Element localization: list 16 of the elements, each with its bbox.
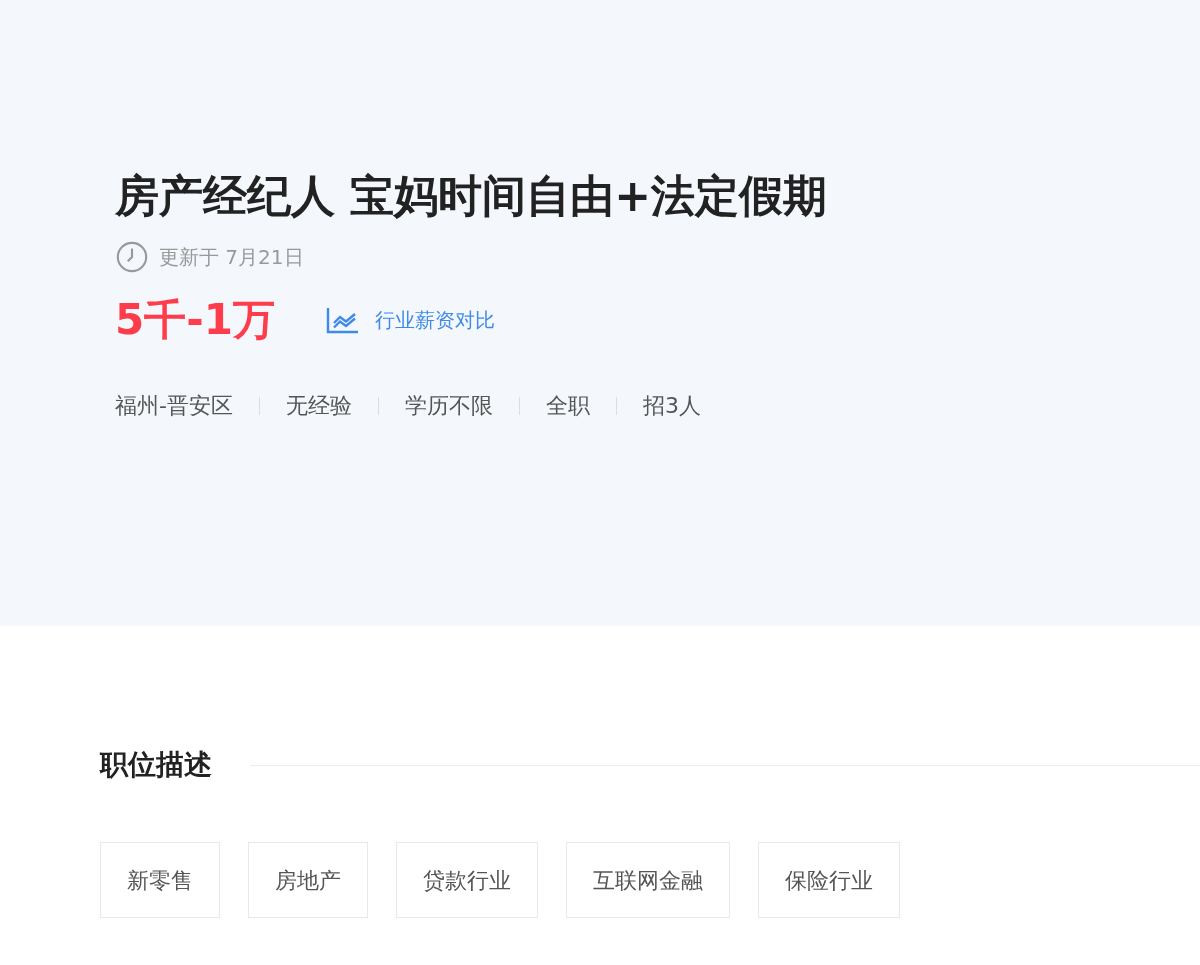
job-attribute: 学历不限: [404, 392, 493, 420]
job-attribute: 无经验: [285, 392, 352, 420]
industry-tag: 房地产: [248, 842, 368, 918]
industry-tag: 保险行业: [758, 842, 900, 918]
job-attribute: 福州-晋安区: [115, 392, 233, 420]
section-heading: 职位描述: [100, 747, 212, 783]
job-title: 房产经纪人 宝妈时间自由+法定假期: [115, 169, 829, 223]
job-attribute: 招3人: [642, 392, 701, 420]
industry-tag: 贷款行业: [396, 842, 538, 918]
industry-tag: 互联网金融: [566, 842, 730, 918]
clock-icon: [115, 240, 149, 274]
job-attribute: 全职: [545, 392, 590, 420]
salary: 5千-1万: [115, 294, 275, 346]
salary-compare-link[interactable]: 行业薪资对比: [324, 304, 495, 335]
update-time: 更新于 7月21日: [159, 244, 304, 271]
industry-tag: 新零售: [100, 842, 220, 918]
